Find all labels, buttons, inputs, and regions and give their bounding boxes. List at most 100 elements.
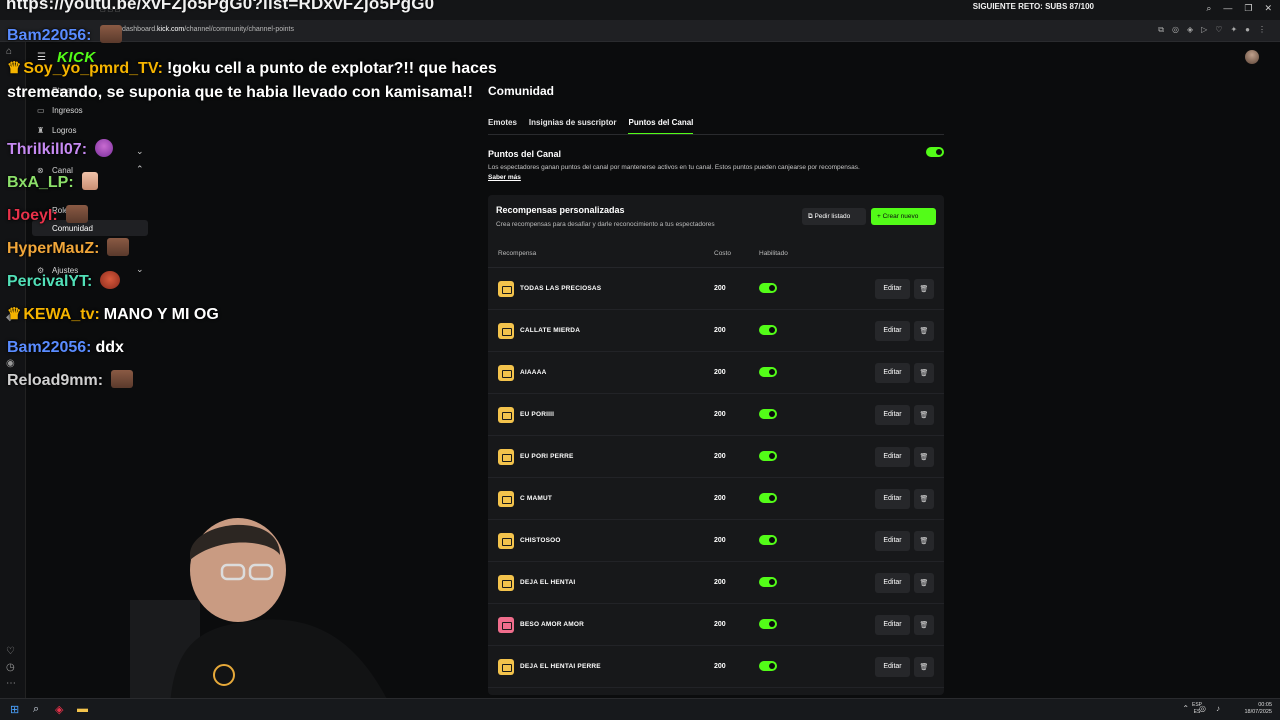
subs-goal: SIGUIENTE RETO: SUBS 87/100 — [972, 2, 1094, 11]
edit-reward-button[interactable]: Editar — [875, 657, 910, 677]
wallet-icon: ▭ — [37, 106, 45, 115]
edit-reward-button[interactable]: Editar — [875, 615, 910, 635]
learn-more-link[interactable]: Saber más — [488, 174, 521, 181]
heart-icon[interactable]: ♡ — [6, 646, 15, 657]
trash-icon[interactable]: 🗑 — [914, 363, 934, 383]
camera-icon[interactable]: ◎ — [1172, 25, 1179, 35]
reward-icon — [498, 323, 514, 339]
table-row: AIAAAA 200 Editar 🗑 — [488, 352, 944, 394]
chevron-down-icon[interactable]: ⌄ — [136, 264, 144, 275]
search-icon[interactable]: ⌕ — [1206, 3, 1211, 14]
reward-enabled-toggle[interactable] — [759, 577, 777, 587]
tab-emotes[interactable]: Emotes — [488, 118, 517, 135]
reward-icon — [498, 659, 514, 675]
minimize-icon[interactable]: — — [1223, 3, 1232, 14]
screen: ▭ ▭ ▭ dashboard.kick.com/channel/communi… — [0, 0, 1280, 720]
emote-icon — [99, 25, 122, 43]
clock-time: 00:05 — [1258, 702, 1272, 708]
overlay-url: https://youtu.be/xvFZjo5PgG0?list=RDxvFZ… — [6, 0, 435, 13]
address-url[interactable]: dashboard.kick.com/channel/community/cha… — [122, 26, 294, 33]
chevron-down-icon[interactable]: ⌄ — [136, 146, 144, 157]
emote-icon — [65, 205, 88, 223]
trash-icon[interactable]: 🗑 — [914, 489, 934, 509]
reward-enabled-toggle[interactable] — [759, 367, 777, 377]
chat-username: Reload9mm: — [7, 372, 104, 389]
shield-icon[interactable]: ◈ — [1187, 25, 1193, 35]
edit-reward-button[interactable]: Editar — [875, 363, 910, 383]
history-icon[interactable]: ◷ — [6, 662, 15, 673]
more-icon[interactable]: ⋯ — [6, 678, 16, 689]
chat-message: Bam22056: ddx — [7, 336, 124, 360]
edit-reward-button[interactable]: Editar — [875, 531, 910, 551]
trash-icon[interactable]: 🗑 — [914, 405, 934, 425]
reward-cost: 200 — [714, 495, 726, 502]
table-row: TODAS LAS PRECIOSAS 200 Editar 🗑 — [488, 268, 944, 310]
request-list-label: Pedir listado — [814, 213, 851, 220]
sidebar-item-logros[interactable]: Logros — [52, 126, 76, 135]
chevron-up-icon[interactable]: ⌃ — [1182, 704, 1189, 713]
edit-reward-button[interactable]: Editar — [875, 489, 910, 509]
create-reward-button[interactable]: + Crear nuevo — [871, 208, 936, 225]
chevron-up-icon[interactable]: ⌃ — [136, 164, 144, 175]
emote-icon — [107, 238, 130, 256]
extension-icon[interactable]: ✦ — [1230, 25, 1237, 35]
keyboard-code: ES — [1193, 709, 1201, 715]
folder-icon[interactable]: ▬ — [77, 703, 88, 715]
reward-enabled-toggle[interactable] — [759, 409, 777, 419]
sidebar-item-ingresos[interactable]: Ingresos — [52, 106, 83, 115]
tab-channel-points[interactable]: Puntos del Canal — [628, 118, 694, 135]
reward-icon — [498, 533, 514, 549]
play-icon[interactable]: ▷ — [1201, 25, 1207, 35]
trash-icon[interactable]: 🗑 — [914, 615, 934, 635]
trash-icon[interactable]: 🗑 — [914, 573, 934, 593]
mic-icon[interactable]: ♪ — [1216, 704, 1220, 713]
brave-icon[interactable]: ◈ — [55, 703, 63, 716]
edit-reward-button[interactable]: Editar — [875, 573, 910, 593]
edit-reward-button[interactable]: Editar — [875, 405, 910, 425]
trash-icon[interactable]: 🗑 — [914, 657, 934, 677]
chat-message: Thrilkill07: — [7, 138, 114, 162]
reward-enabled-toggle[interactable] — [759, 661, 777, 671]
request-list-button[interactable]: ⧉ Pedir listado — [802, 208, 866, 225]
trash-icon[interactable]: 🗑 — [914, 279, 934, 299]
table-row: EU PORIIII 200 Editar 🗑 — [488, 394, 944, 436]
column-header-cost: Costo — [714, 250, 731, 257]
reward-cost: 200 — [714, 537, 726, 544]
clock[interactable]: 00:05 18/07/2025 — [1244, 702, 1272, 716]
reward-enabled-toggle[interactable] — [759, 619, 777, 629]
profile-icon[interactable]: ● — [1245, 25, 1250, 35]
emote-icon — [81, 172, 98, 190]
reward-enabled-toggle[interactable] — [759, 325, 777, 335]
trash-icon[interactable]: 🗑 — [914, 321, 934, 341]
heart-icon[interactable]: ♡ — [1215, 25, 1222, 35]
avatar[interactable] — [1245, 50, 1259, 64]
reward-name: C MAMUT — [520, 495, 553, 502]
tab-subscriber-badges[interactable]: Insignias de suscriptor — [529, 118, 617, 135]
reward-cost: 200 — [714, 663, 726, 670]
reward-name: DEJA EL HENTAI — [520, 579, 576, 586]
menu-icon[interactable]: ⋮ — [1258, 25, 1266, 35]
reward-name: BESO AMOR AMOR — [520, 621, 585, 628]
windows-start-icon[interactable]: ⊞ — [10, 703, 19, 716]
reward-enabled-toggle[interactable] — [759, 493, 777, 503]
maximize-icon[interactable]: ❐ — [1244, 3, 1252, 14]
reward-enabled-toggle[interactable] — [759, 283, 777, 293]
chat-username: PercivalYT: — [7, 273, 93, 290]
share-icon[interactable]: ⧉ — [1158, 25, 1164, 35]
column-header-enabled: Habilitado — [759, 250, 788, 257]
trash-icon[interactable]: 🗑 — [914, 447, 934, 467]
close-icon[interactable]: ✕ — [1264, 3, 1272, 14]
search-icon[interactable]: ⌕ — [33, 703, 39, 716]
channel-points-description: Los espectadores ganan puntos del canal … — [488, 164, 860, 171]
edit-reward-button[interactable]: Editar — [875, 321, 910, 341]
rewards-title: Recompensas personalizadas — [496, 205, 625, 215]
reward-enabled-toggle[interactable] — [759, 451, 777, 461]
edit-reward-button[interactable]: Editar — [875, 279, 910, 299]
language-indicator[interactable]: ESP ES — [1192, 702, 1202, 716]
trash-icon[interactable]: 🗑 — [914, 531, 934, 551]
reward-enabled-toggle[interactable] — [759, 535, 777, 545]
address-bar[interactable]: dashboard.kick.com/channel/community/cha… — [0, 20, 1280, 42]
chat-username: IJoeyI: — [7, 207, 58, 224]
channel-points-toggle[interactable] — [926, 147, 944, 157]
edit-reward-button[interactable]: Editar — [875, 447, 910, 467]
